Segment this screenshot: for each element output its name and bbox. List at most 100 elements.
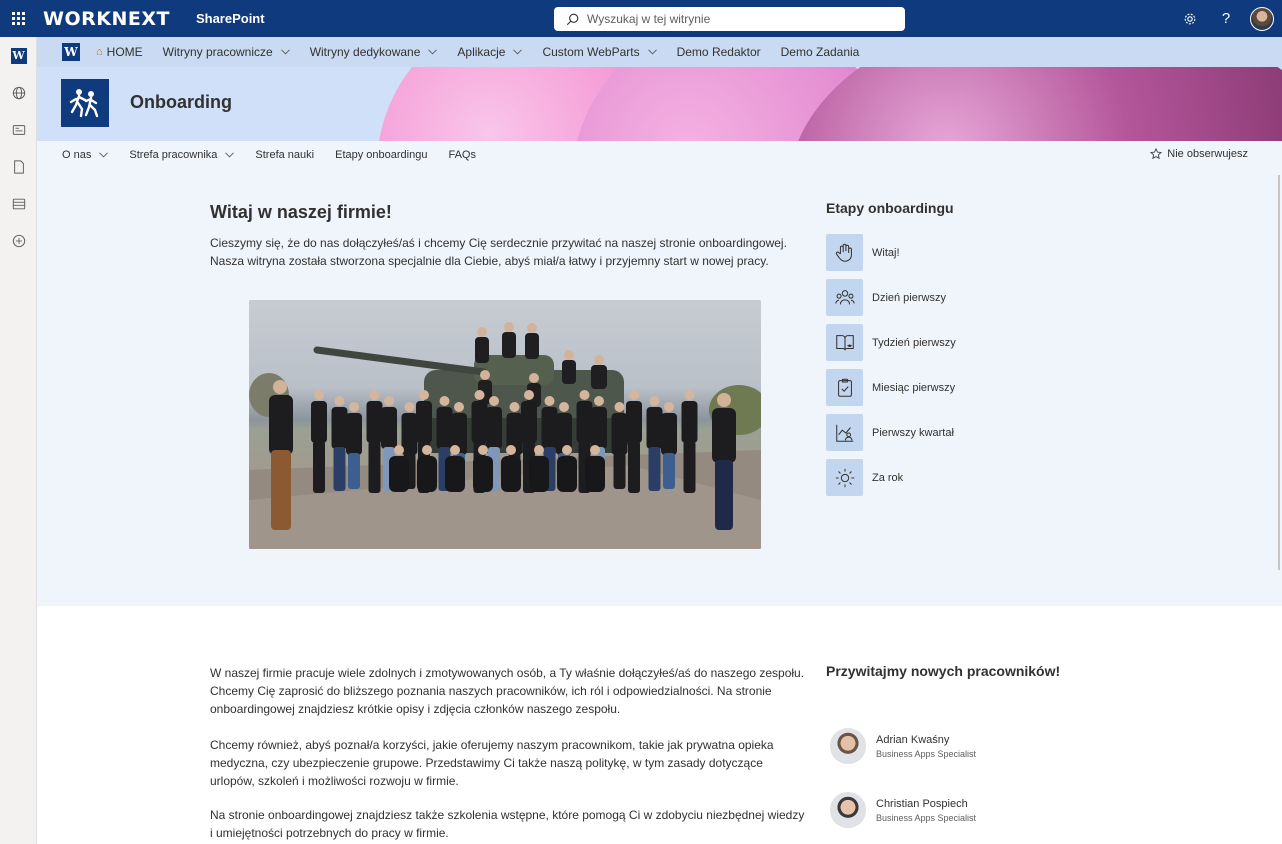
page-scrollbar[interactable] — [1278, 175, 1280, 570]
person-name: Christian Pospiech — [876, 797, 968, 810]
gear-icon — [1184, 13, 1196, 24]
news-icon — [12, 124, 25, 135]
stage-label: Witaj! — [872, 246, 900, 259]
follow-button[interactable]: Nie obserwujesz — [1150, 148, 1248, 160]
search-placeholder: Wyszukaj w tej witrynie — [587, 12, 711, 26]
welcome-section: Witaj w naszej firmie! Cieszymy się, że … — [37, 169, 1282, 606]
stage-label: Dzień pierwszy — [872, 291, 946, 304]
hub-item-demo-redaktor[interactable]: Demo Redaktor — [677, 45, 761, 59]
intro-paragraph: W naszej firmie pracuje wiele zdolnych i… — [210, 666, 805, 716]
hub-item-label: Witryny dedykowane — [309, 45, 421, 59]
intro-section: W naszej firmie pracuje wiele zdolnych i… — [37, 606, 1282, 844]
follow-label: Nie obserwujesz — [1167, 148, 1248, 160]
team-photo — [249, 300, 761, 549]
stage-label: Miesiąc pierwszy — [872, 381, 956, 394]
site-nav-o-nas[interactable]: O nas — [62, 149, 109, 161]
intro-paragraph: Chcemy również, abyś poznał/a korzyści, … — [210, 738, 774, 788]
chevron-down-icon — [428, 49, 438, 55]
app-bar: W — [0, 37, 37, 844]
worknext-logo-icon: W — [10, 47, 27, 64]
stage-item-za-rok[interactable]: Za rok — [826, 459, 1046, 496]
suite-bar: WORKNEXT SharePoint Wyszukaj w tej witry… — [0, 0, 1282, 37]
stage-item-tydzien-pierwszy[interactable]: Tydzień pierwszy — [826, 324, 1046, 361]
wave-hand-icon — [826, 234, 863, 271]
person-name: Adrian Kwaśny — [876, 733, 950, 746]
person-photo — [830, 728, 866, 764]
brand-logo[interactable]: WORKNEXT — [43, 8, 170, 30]
onboarding-people-icon — [69, 89, 99, 118]
hub-item-label: Witryny pracownicze — [162, 45, 273, 59]
add-circle-icon — [12, 234, 25, 247]
settings-button[interactable] — [1172, 0, 1208, 37]
appbar-home-site[interactable]: W — [0, 37, 37, 74]
header-decoration — [789, 67, 1282, 141]
hub-item-label: Demo Zadania — [780, 45, 860, 59]
site-nav-strefa-pracownika[interactable]: Strefa pracownika — [129, 149, 235, 161]
chevron-down-icon — [513, 49, 523, 55]
hub-item-witryny-dedykowane[interactable]: Witryny dedykowane — [310, 45, 438, 59]
account-avatar[interactable] — [1250, 6, 1274, 31]
appbar-news[interactable] — [0, 111, 37, 148]
site-logo[interactable] — [61, 79, 109, 127]
people-group-icon — [826, 279, 863, 316]
hub-logo-icon[interactable]: W — [62, 43, 80, 61]
site-navigation: O nas Strefa pracownika Strefa nauki Eta… — [37, 141, 1282, 169]
hub-item-aplikacje[interactable]: Aplikacje — [457, 45, 523, 59]
star-icon — [1150, 148, 1163, 160]
stage-item-miesiac-pierwszy[interactable]: Miesiąc pierwszy — [826, 369, 1046, 406]
stage-label: Za rok — [872, 471, 904, 484]
hub-navigation: W ⌂ HOME Witryny pracownicze Witryny ded… — [37, 37, 1282, 67]
person-card[interactable]: Adrian Kwaśny Business Apps Specialist — [830, 728, 976, 764]
chevron-down-icon — [647, 49, 657, 55]
globe-icon — [12, 86, 25, 99]
appbar-global-nav[interactable] — [0, 74, 37, 111]
person-role: Business Apps Specialist — [876, 812, 977, 823]
site-nav-etapy-onboardingu[interactable]: Etapy onboardingu — [335, 149, 427, 161]
person-card[interactable]: Christian Pospiech Business Apps Special… — [830, 792, 976, 828]
chevron-down-icon — [225, 152, 235, 158]
chevron-down-icon — [280, 49, 290, 55]
hub-item-label: Demo Redaktor — [676, 45, 761, 59]
document-icon — [13, 159, 24, 174]
site-nav-label: Etapy onboardingu — [335, 149, 428, 161]
chart-person-icon — [826, 414, 863, 451]
stage-item-pierwszy-kwartal[interactable]: Pierwszy kwartał — [826, 414, 1046, 451]
app-launcher-button[interactable] — [0, 0, 37, 37]
sun-icon — [826, 459, 863, 496]
stage-item-dzien-pierwszy[interactable]: Dzień pierwszy — [826, 279, 1046, 316]
team-photo-illustration — [249, 322, 761, 549]
stage-label: Tydzień pierwszy — [872, 336, 956, 349]
hub-item-witryny-pracownicze[interactable]: Witryny pracownicze — [163, 45, 290, 59]
welcome-text: Cieszymy się, że do nas dołączyłeś/aś i … — [210, 236, 787, 268]
appbar-lists[interactable] — [0, 185, 37, 222]
hub-item-home[interactable]: ⌂ HOME — [96, 45, 143, 59]
stage-item-witaj[interactable]: Witaj! — [826, 234, 1046, 271]
stage-label: Pierwszy kwartał — [872, 426, 954, 439]
book-learning-icon — [826, 324, 863, 361]
search-box[interactable]: Wyszukaj w tej witrynie — [554, 7, 905, 31]
help-button[interactable]: ? — [1208, 0, 1244, 37]
chevron-down-icon — [99, 152, 109, 158]
home-icon: ⌂ — [96, 46, 103, 58]
appbar-files[interactable] — [0, 148, 37, 185]
clipboard-check-icon — [826, 369, 863, 406]
site-title[interactable]: Onboarding — [130, 92, 232, 113]
newcomers-title: Przywitajmy nowych pracowników! — [826, 663, 1061, 679]
hub-item-demo-zadania[interactable]: Demo Zadania — [781, 45, 860, 59]
hub-item-label: Custom WebParts — [542, 45, 640, 59]
site-nav-label: O nas — [62, 149, 92, 161]
hub-item-custom-webparts[interactable]: Custom WebParts — [542, 45, 657, 59]
site-nav-strefa-nauki[interactable]: Strefa nauki — [255, 149, 314, 161]
site-nav-label: Strefa nauki — [255, 149, 315, 161]
search-icon — [566, 13, 579, 25]
hub-item-label: Aplikacje — [457, 45, 506, 59]
site-nav-faqs[interactable]: FAQs — [448, 149, 476, 161]
site-nav-label: FAQs — [448, 149, 476, 161]
site-nav-label: Strefa pracownika — [129, 149, 218, 161]
appbar-create[interactable] — [0, 222, 37, 259]
product-name[interactable]: SharePoint — [196, 11, 265, 26]
hub-item-label: HOME — [106, 45, 143, 59]
site-header: Onboarding — [37, 67, 1282, 141]
person-photo — [830, 792, 866, 828]
question-icon: ? — [1221, 10, 1231, 27]
